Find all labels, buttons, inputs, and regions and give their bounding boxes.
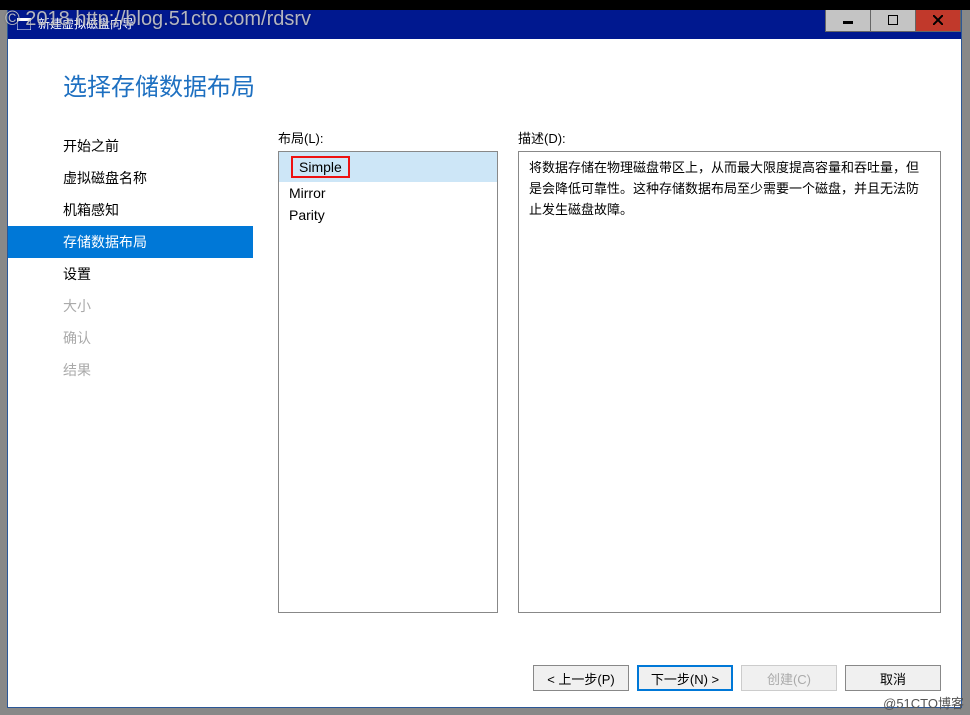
window-controls: [826, 8, 961, 32]
description-label: 描述(D):: [518, 128, 941, 147]
layout-option-mirror[interactable]: Mirror: [279, 182, 497, 204]
main-panel: 布局(L): Simple Mirror Parity 描述(D): 将数据存储…: [253, 120, 941, 651]
cancel-button[interactable]: 取消: [845, 665, 941, 691]
layout-listbox[interactable]: Simple Mirror Parity: [278, 151, 498, 613]
step-result: 结果: [8, 354, 253, 386]
layout-option-simple[interactable]: Simple: [279, 152, 497, 182]
layout-label: 布局(L):: [278, 128, 498, 147]
highlight-annotation: Simple: [291, 156, 350, 178]
window-icon: [16, 16, 32, 32]
content-row: 开始之前 虚拟磁盘名称 机箱感知 存储数据布局 设置 大小 确认 结果 布局(L…: [8, 120, 961, 651]
step-settings[interactable]: 设置: [8, 258, 253, 290]
close-button[interactable]: [915, 8, 961, 32]
next-button[interactable]: 下一步(N) >: [637, 665, 733, 691]
wizard-steps: 开始之前 虚拟磁盘名称 机箱感知 存储数据布局 设置 大小 确认 结果: [8, 120, 253, 651]
previous-button[interactable]: < 上一步(P): [533, 665, 629, 691]
step-storage-layout[interactable]: 存储数据布局: [8, 226, 253, 258]
maximize-button[interactable]: [870, 8, 916, 32]
description-column: 描述(D): 将数据存储在物理磁盘带区上，从而最大限度提高容量和吞吐量，但是会降…: [518, 128, 941, 651]
step-size: 大小: [8, 290, 253, 322]
create-button: 创建(C): [741, 665, 837, 691]
step-before-begin[interactable]: 开始之前: [8, 130, 253, 162]
description-text: 将数据存储在物理磁盘带区上，从而最大限度提高容量和吞吐量，但是会降低可靠性。这种…: [518, 151, 941, 613]
titlebar[interactable]: 新建虚拟磁盘向导: [8, 8, 961, 39]
button-row: < 上一步(P) 下一步(N) > 创建(C) 取消: [8, 651, 961, 707]
step-enclosure[interactable]: 机箱感知: [8, 194, 253, 226]
step-vdisk-name[interactable]: 虚拟磁盘名称: [8, 162, 253, 194]
layout-option-parity[interactable]: Parity: [279, 204, 497, 226]
layout-column: 布局(L): Simple Mirror Parity: [278, 128, 498, 651]
page-title: 选择存储数据布局: [8, 39, 961, 120]
minimize-button[interactable]: [825, 8, 871, 32]
window-title: 新建虚拟磁盘向导: [38, 15, 134, 32]
step-confirm: 确认: [8, 322, 253, 354]
wizard-body: 选择存储数据布局 开始之前 虚拟磁盘名称 机箱感知 存储数据布局 设置 大小 确…: [8, 39, 961, 707]
wizard-window: 新建虚拟磁盘向导 选择存储数据布局 开始之前 虚拟磁盘名称 机箱感知 存储数据布…: [7, 7, 962, 708]
cropped-top-bar: [0, 0, 970, 10]
